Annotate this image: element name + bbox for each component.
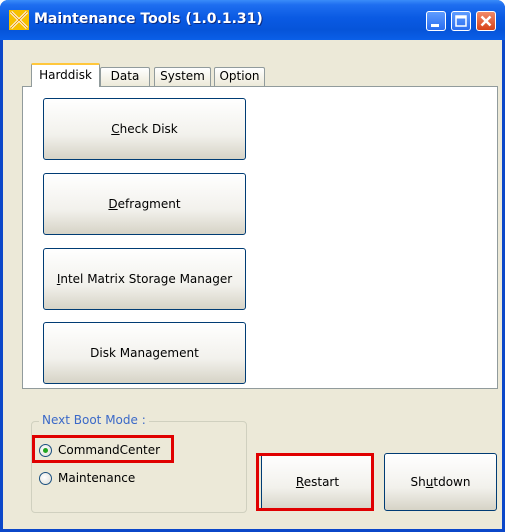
close-button[interactable]	[476, 11, 496, 31]
tab-option[interactable]: Option	[214, 67, 265, 86]
check-disk-button[interactable]: Check Disk	[43, 98, 246, 160]
minimize-icon	[431, 24, 439, 27]
button-label: Shutdown	[410, 475, 471, 489]
button-label: Defragment	[108, 197, 181, 211]
button-label: Check Disk	[111, 122, 178, 136]
tab-label: Data	[110, 69, 140, 83]
tab-harddisk[interactable]: Harddisk	[31, 63, 100, 87]
radio-checked-icon	[39, 443, 52, 457]
tab-label: System	[160, 69, 205, 83]
button-label: Intel Matrix Storage Manager	[56, 272, 233, 286]
tab-label: Harddisk	[39, 68, 92, 82]
next-boot-mode-group	[31, 421, 247, 513]
app-window: Maintenance Tools (1.0.1.31) Harddisk Da…	[0, 0, 505, 532]
close-icon	[480, 15, 492, 27]
disk-management-button[interactable]: Disk Management	[43, 322, 246, 384]
radio-label: Maintenance	[58, 471, 136, 485]
maximize-button[interactable]	[451, 11, 471, 31]
radio-label: CommandCenter	[58, 443, 161, 457]
title-bar[interactable]: Maintenance Tools (1.0.1.31)	[0, 0, 505, 40]
intel-matrix-storage-manager-button[interactable]: Intel Matrix Storage Manager	[43, 248, 246, 310]
radio-maintenance[interactable]: Maintenance	[39, 468, 135, 488]
tab-label: Option	[219, 69, 260, 83]
defragment-button[interactable]: Defragment	[43, 173, 246, 235]
restart-button[interactable]: Restart	[261, 453, 374, 511]
button-label: Disk Management	[90, 346, 199, 360]
radio-unchecked-icon	[39, 471, 52, 485]
next-boot-mode-legend: Next Boot Mode :	[39, 413, 149, 427]
shutdown-button[interactable]: Shutdown	[384, 453, 497, 511]
maximize-icon	[455, 15, 467, 27]
minimize-button[interactable]	[426, 11, 446, 31]
tab-system[interactable]: System	[154, 67, 211, 86]
button-label: Restart	[295, 475, 340, 489]
tab-data[interactable]: Data	[100, 67, 150, 86]
window-title: Maintenance Tools (1.0.1.31)	[34, 11, 263, 27]
app-icon	[9, 10, 29, 30]
radio-commandcenter[interactable]: CommandCenter	[39, 440, 160, 460]
